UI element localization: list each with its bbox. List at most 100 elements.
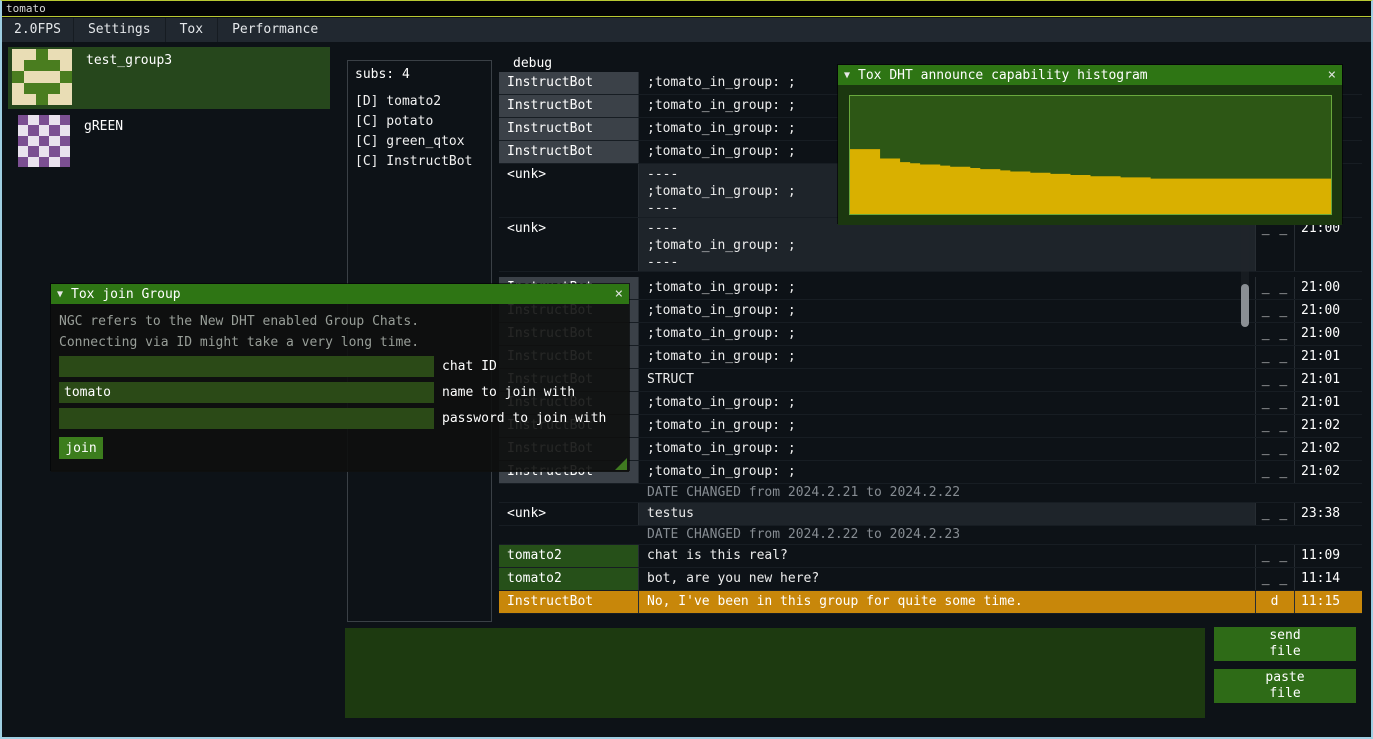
date-changed-text: DATE CHANGED from 2024.2.22 to 2024.2.23 [639, 526, 1362, 544]
join-group-body: NGC refers to the New DHT enabled Group … [51, 304, 629, 472]
sender-name: <unk> [499, 164, 639, 217]
message-flags: _ _ [1255, 438, 1294, 460]
dht-histogram-window: ▼ Tox DHT announce capability histogram … [837, 64, 1343, 224]
menu-item-performance[interactable]: Performance [217, 18, 332, 42]
message-text: ;tomato_in_group: ; [639, 323, 1255, 345]
menu-items: SettingsToxPerformance [73, 18, 332, 42]
message-time: 21:00 [1294, 218, 1362, 271]
sender-name: InstructBot [499, 95, 639, 117]
window-titlebar[interactable]: tomato [2, 1, 1371, 17]
resize-grip[interactable] [615, 458, 627, 470]
sender-name: InstructBot [499, 118, 639, 140]
menu-item-tox[interactable]: Tox [165, 18, 217, 42]
message-flags: _ _ [1255, 277, 1294, 299]
collapse-arrow-icon[interactable]: ▼ [844, 70, 850, 81]
message-flags: _ _ [1255, 323, 1294, 345]
message-flags: d [1255, 591, 1294, 613]
message-text: ;tomato_in_group: ; [639, 438, 1255, 460]
message-text: chat is this real? [639, 545, 1255, 567]
message-time: 21:00 [1294, 300, 1362, 322]
join-password-label: password to join with [442, 411, 606, 426]
menu-bar: 2.0FPS SettingsToxPerformance [2, 18, 1371, 42]
message-text: ;tomato_in_group: ; [639, 392, 1255, 414]
sender-name: tomato2 [499, 545, 639, 567]
message-time: 23:38 [1294, 503, 1362, 525]
chat-message-row[interactable]: tomato2chat is this real?_ _11:09 [499, 545, 1362, 568]
message-time: 21:01 [1294, 369, 1362, 391]
chat-id-input[interactable] [59, 356, 434, 377]
tab-debug[interactable]: debug [513, 56, 552, 71]
message-input[interactable] [345, 628, 1205, 718]
menu-item-settings[interactable]: Settings [73, 18, 165, 42]
sender-name: <unk> [499, 503, 639, 525]
message-flags: _ _ [1255, 392, 1294, 414]
message-flags: _ _ [1255, 218, 1294, 271]
message-time: 11:15 [1294, 591, 1362, 613]
sender-name: tomato2 [499, 568, 639, 590]
join-name-label: name to join with [442, 385, 575, 400]
green-avatar [18, 115, 70, 167]
join-group-window: ▼ Tox join Group × NGC refers to the New… [50, 283, 630, 471]
message-time: 21:01 [1294, 392, 1362, 414]
message-text: ;tomato_in_group: ; [639, 300, 1255, 322]
join-name-input[interactable]: tomato [59, 382, 434, 403]
chat-message-row[interactable]: tomato2bot, are you new here?_ _11:14 [499, 568, 1362, 591]
subs-member[interactable]: [C] green_qtox [355, 132, 484, 152]
message-text: No, I've been in this group for quite so… [639, 591, 1255, 613]
message-flags: _ _ [1255, 300, 1294, 322]
roster-item-test_group3[interactable]: test_group3 [8, 47, 330, 109]
fps-counter: 2.0FPS [2, 18, 73, 42]
app-window: tomato 2.0FPS SettingsToxPerformance tes… [0, 0, 1373, 739]
subs-member[interactable]: [C] InstructBot [355, 152, 484, 172]
message-flags: _ _ [1255, 346, 1294, 368]
message-time: 21:00 [1294, 323, 1362, 345]
message-flags: _ _ [1255, 545, 1294, 567]
message-time: 21:02 [1294, 461, 1362, 483]
message-flags: _ _ [1255, 568, 1294, 590]
send-file-button[interactable]: send file [1214, 627, 1356, 661]
message-text: ;tomato_in_group: ; [639, 461, 1255, 483]
date-changed-row: DATE CHANGED from 2024.2.21 to 2024.2.22 [499, 484, 1362, 503]
dht-histogram-plot [849, 95, 1332, 215]
dht-histogram-title: Tox DHT announce capability histogram [858, 68, 1148, 83]
join-password-input[interactable] [59, 408, 434, 429]
message-text: bot, are you new here? [639, 568, 1255, 590]
dht-histogram-body [838, 85, 1342, 225]
collapse-arrow-icon[interactable]: ▼ [57, 289, 63, 300]
dht-histogram-titlebar[interactable]: ▼ Tox DHT announce capability histogram … [838, 65, 1342, 85]
join-group-titlebar[interactable]: ▼ Tox join Group × [51, 284, 629, 304]
sender-name: InstructBot [499, 72, 639, 94]
sender-name: InstructBot [499, 591, 639, 613]
date-changed-text: DATE CHANGED from 2024.2.21 to 2024.2.22 [639, 484, 1362, 502]
message-time: 21:02 [1294, 415, 1362, 437]
paste-file-button[interactable]: paste file [1214, 669, 1356, 703]
message-text: ;tomato_in_group: ; [639, 346, 1255, 368]
join-button[interactable]: join [59, 437, 103, 459]
message-text: STRUCT [639, 369, 1255, 391]
close-icon[interactable]: × [615, 286, 623, 302]
message-time: 11:14 [1294, 568, 1362, 590]
message-text: testus [639, 503, 1255, 525]
subs-member[interactable]: [C] potato [355, 112, 484, 132]
roster-item-gREEN[interactable]: gREEN [8, 113, 330, 173]
message-time: 21:00 [1294, 277, 1362, 299]
chat-message-row[interactable]: <unk>testus_ _23:38 [499, 503, 1362, 526]
message-time: 21:01 [1294, 346, 1362, 368]
chat-id-label: chat ID [442, 359, 497, 374]
close-icon[interactable]: × [1328, 67, 1336, 83]
sender-name: InstructBot [499, 141, 639, 163]
subs-list: [D] tomato2[C] potato[C] green_qtox[C] I… [355, 92, 484, 172]
window-title: tomato [6, 2, 46, 15]
subs-member[interactable]: [D] tomato2 [355, 92, 484, 112]
join-description-line2: Connecting via ID might take a very long… [59, 335, 621, 350]
group-name: test_group3 [86, 49, 172, 68]
message-text: ---- ;tomato_in_group: ; ---- [639, 218, 1255, 271]
join-description-line1: NGC refers to the New DHT enabled Group … [59, 314, 621, 329]
chat-scrollbar-thumb[interactable] [1241, 284, 1249, 327]
date-changed-row: DATE CHANGED from 2024.2.22 to 2024.2.23 [499, 526, 1362, 545]
message-flags: _ _ [1255, 415, 1294, 437]
chat-message-row[interactable]: InstructBotNo, I've been in this group f… [499, 591, 1362, 614]
join-group-title: Tox join Group [71, 287, 181, 302]
chat-message-row[interactable]: <unk>---- ;tomato_in_group: ; ----_ _21:… [499, 218, 1362, 272]
group-name: gREEN [84, 115, 123, 134]
